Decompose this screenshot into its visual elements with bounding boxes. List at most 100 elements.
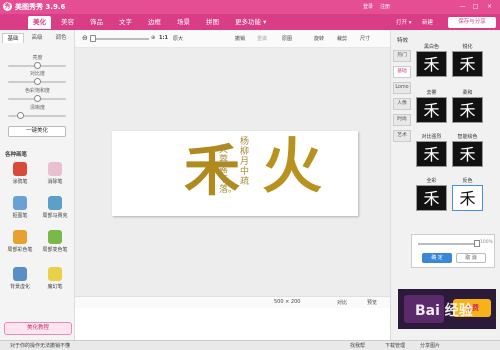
- tab-collage[interactable]: 拼图: [201, 16, 224, 29]
- blur-icon: [13, 267, 27, 281]
- help-link[interactable]: 找我帮: [350, 342, 365, 349]
- color-pen-tool[interactable]: 局部彩色笔: [5, 230, 35, 260]
- category-fashion[interactable]: 时尚: [393, 114, 411, 126]
- canvas-statusbar: 500 × 200 对比 预览: [75, 296, 390, 308]
- tab-more[interactable]: 更多功能 ▾: [230, 16, 271, 29]
- effect-thumb[interactable]: 反色禾: [451, 178, 484, 212]
- slider-knob[interactable]: [34, 62, 41, 69]
- category-art[interactable]: 艺术: [393, 130, 411, 142]
- brushes-title: 各种画笔: [5, 152, 28, 158]
- doodle-pen-tool[interactable]: 涂鸦笔: [5, 162, 35, 192]
- zoom-in-icon[interactable]: ⊕: [151, 35, 155, 41]
- close-button[interactable]: ×: [485, 3, 494, 11]
- zoom-knob[interactable]: [90, 35, 96, 42]
- fullsize-button[interactable]: 原大: [173, 35, 183, 42]
- effect-label: 黑白色: [423, 44, 439, 50]
- brightness-slider[interactable]: [8, 62, 66, 69]
- effect-preview: 禾: [416, 97, 447, 123]
- image-artwork[interactable]: 禾 芙蓉露下落。 杨柳月中疏 火: [112, 131, 358, 216]
- zoom-out-icon[interactable]: ⊖: [82, 34, 88, 42]
- poem-column-1: 芙蓉露下落。: [219, 145, 238, 195]
- slider-knob[interactable]: [34, 95, 41, 102]
- effect-preview: 禾: [452, 97, 483, 123]
- effects-title: 特效: [397, 38, 409, 44]
- cancel-button[interactable]: 取 消: [456, 253, 486, 263]
- effect-thumb[interactable]: 柔和禾: [451, 90, 484, 124]
- category-hot[interactable]: 热门: [393, 50, 411, 62]
- mosaic-tool[interactable]: 局部马赛克: [40, 196, 70, 226]
- tool-label: 魔幻笔: [47, 284, 63, 290]
- save-share-button[interactable]: 保存与分享: [448, 17, 496, 28]
- tab-beautify[interactable]: 美化: [28, 16, 51, 29]
- register-link[interactable]: 注册: [380, 3, 390, 10]
- effect-thumb[interactable]: 对比强烈禾: [415, 134, 448, 168]
- recolor-pen-tool[interactable]: 局部变色笔: [40, 230, 70, 260]
- image-dimensions: 500 × 200: [274, 299, 301, 305]
- ok-button[interactable]: 确 定: [422, 253, 452, 263]
- category-portrait[interactable]: 人像: [393, 98, 411, 110]
- maximize-button[interactable]: □: [471, 3, 480, 11]
- effect-thumb[interactable]: 全彩禾: [415, 178, 448, 212]
- tab-accessories[interactable]: 饰品: [85, 16, 108, 29]
- tab-advanced[interactable]: 高级: [26, 33, 48, 43]
- effect-label: 去雾: [426, 90, 437, 96]
- preview-button[interactable]: 预览: [367, 299, 377, 306]
- download-manager-link[interactable]: 下载管理: [385, 342, 405, 349]
- tutorial-button[interactable]: 美化教程: [4, 322, 72, 335]
- login-link[interactable]: 登录: [363, 3, 373, 10]
- blur-background-tool[interactable]: 背景虚化: [5, 267, 35, 297]
- calligraphy-char-right: 火: [262, 132, 322, 202]
- category-basic[interactable]: 基础: [393, 66, 411, 78]
- new-button[interactable]: 新建: [422, 18, 433, 26]
- zoom-slider[interactable]: [93, 38, 149, 40]
- app-title: 美图秀秀 3.9.6: [15, 3, 66, 11]
- effect-label: 智能绘色: [457, 134, 478, 140]
- effect-label: 反色: [462, 178, 473, 184]
- effect-preview: 禾: [416, 141, 447, 167]
- contrast-slider[interactable]: [8, 78, 66, 85]
- effect-strength-slider[interactable]: [418, 243, 478, 245]
- color-brush-icon: [13, 230, 27, 244]
- contrast-label: 对比度: [29, 71, 45, 77]
- slider-knob[interactable]: [34, 78, 41, 85]
- effect-strength-value: 100%: [480, 240, 493, 245]
- eraser-icon: [48, 162, 62, 176]
- mosaic-icon: [48, 196, 62, 210]
- eraser-pen-tool[interactable]: 消除笔: [40, 162, 70, 192]
- effect-label: 柔和: [462, 90, 473, 96]
- tab-frame[interactable]: 边框: [143, 16, 166, 29]
- effect-thumb[interactable]: 智能绘色禾: [451, 134, 484, 168]
- tab-basic[interactable]: 基础: [2, 33, 24, 43]
- original-button[interactable]: 原图: [282, 35, 292, 42]
- redo-button[interactable]: 重做: [257, 35, 267, 42]
- minimize-button[interactable]: —: [458, 3, 467, 11]
- open-button[interactable]: 打开 ▾: [396, 18, 412, 26]
- compare-button[interactable]: 对比: [337, 299, 347, 306]
- tab-scene[interactable]: 场景: [172, 16, 195, 29]
- magic-pen-tool[interactable]: 魔幻笔: [40, 267, 70, 297]
- undo-button[interactable]: 撤销: [235, 35, 245, 42]
- effect-thumb[interactable]: 锐化禾: [451, 44, 484, 78]
- slider-knob[interactable]: [17, 112, 24, 119]
- tool-label: 涂鸦笔: [12, 179, 28, 185]
- share-image-link[interactable]: 分享图片: [420, 342, 440, 349]
- cutout-pen-tool[interactable]: 抠图笔: [5, 196, 35, 226]
- crop-button[interactable]: 裁剪: [337, 35, 347, 42]
- tab-beauty[interactable]: 美容: [56, 16, 79, 29]
- app-logo-icon: 秀: [3, 2, 12, 11]
- effect-label: 对比强烈: [421, 134, 442, 140]
- bottom-bar: 对于你的操作无法撤销不懂 找我帮 下载管理 分享图片: [0, 340, 500, 350]
- canvas-toolbar: ⊖ ⊕ 1:1 原大 撤销 重做 原图 旋转 裁剪 尺寸: [75, 30, 390, 48]
- category-lomo[interactable]: Lomo: [393, 82, 411, 94]
- resize-button[interactable]: 尺寸: [360, 35, 370, 42]
- effect-thumb[interactable]: 去雾禾: [415, 90, 448, 124]
- one-click-beautify-button[interactable]: 一键美化: [8, 126, 66, 137]
- sharpness-slider[interactable]: [8, 112, 66, 119]
- tab-text[interactable]: 文字: [114, 16, 137, 29]
- sharpness-label: 清晰度: [29, 105, 45, 111]
- zoom-ratio[interactable]: 1:1: [159, 35, 168, 41]
- rotate-button[interactable]: 旋转: [314, 35, 324, 42]
- tab-color[interactable]: 调色: [50, 33, 72, 43]
- saturation-slider[interactable]: [8, 95, 66, 102]
- effect-thumb[interactable]: 黑白色禾: [415, 44, 448, 78]
